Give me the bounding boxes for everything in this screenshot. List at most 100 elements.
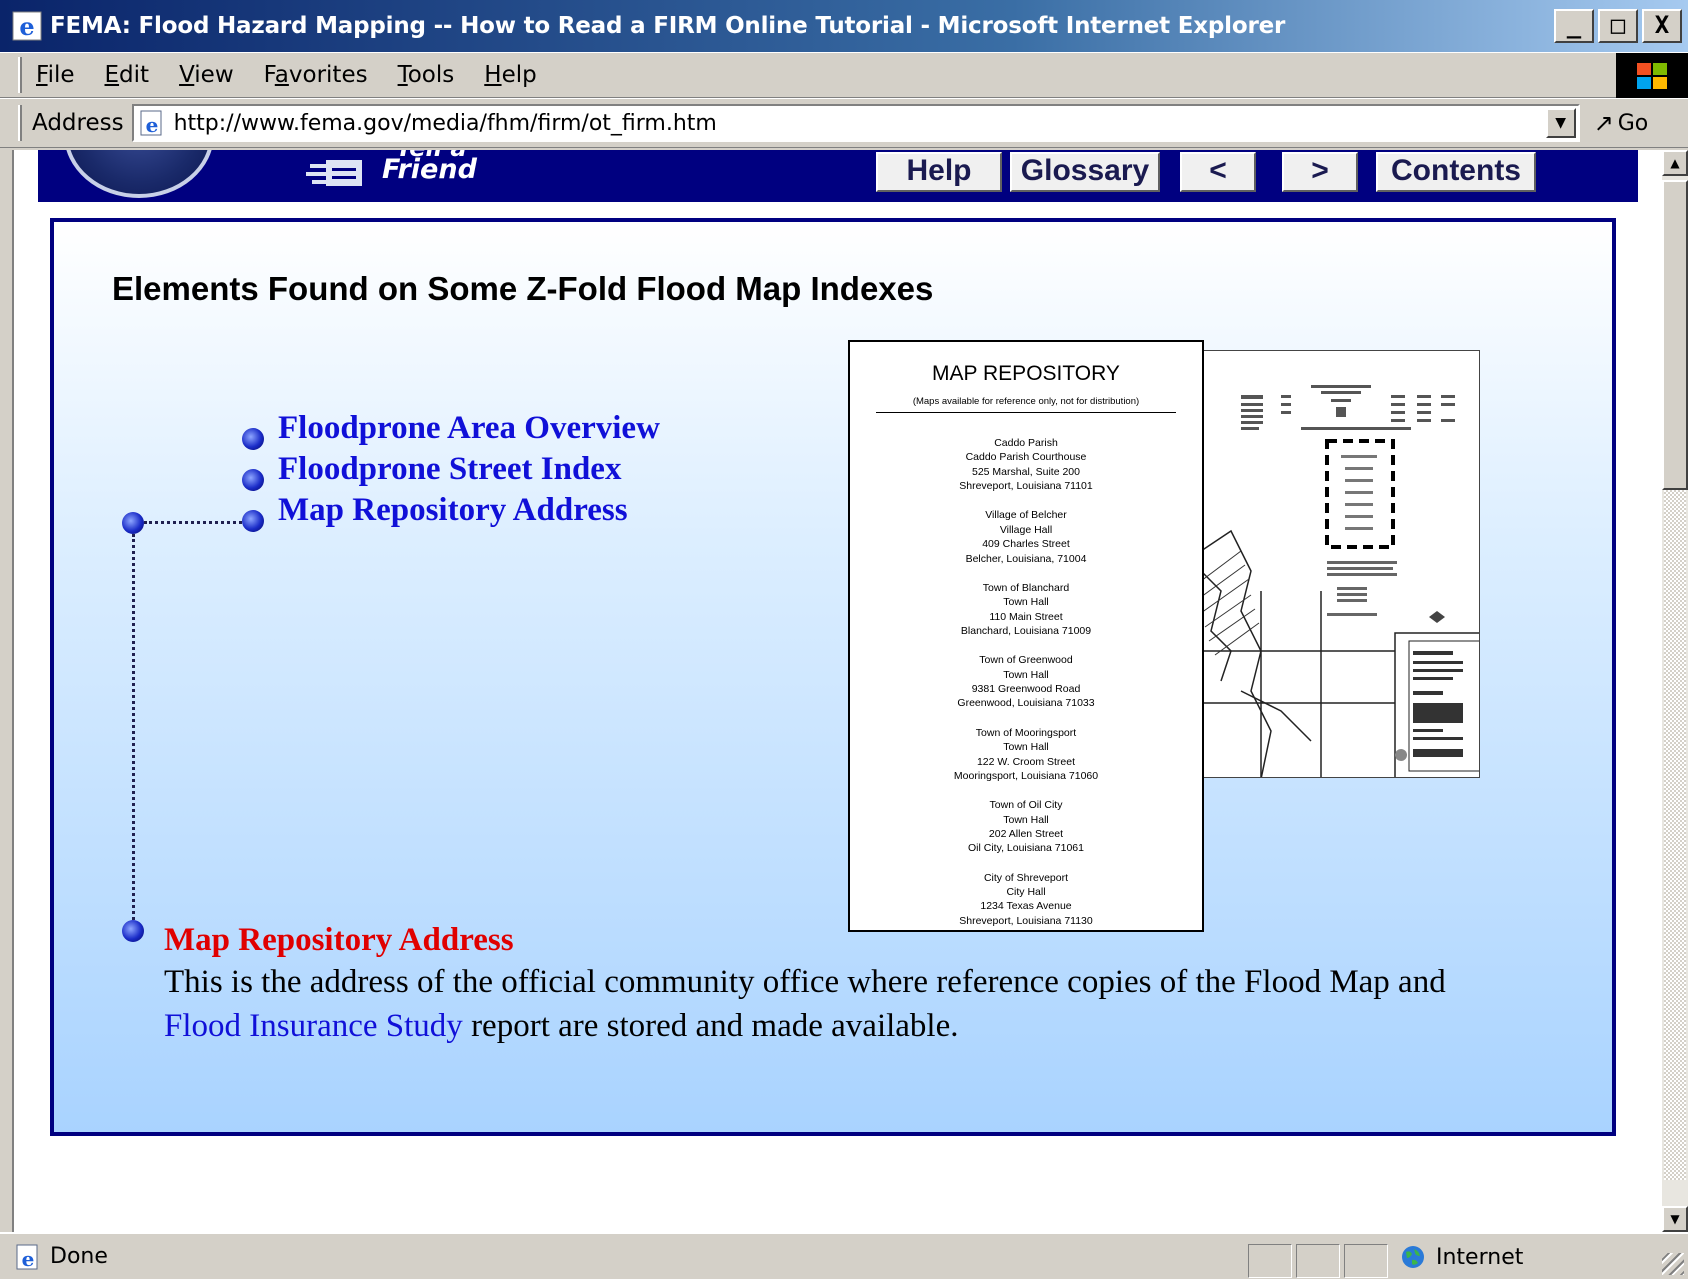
browser-window: e FEMA: Flood Hazard Mapping -- How to R… xyxy=(0,0,1688,1279)
repository-line: Belcher, Louisiana, 71004 xyxy=(965,552,1087,565)
link-map-repository-address[interactable]: Map Repository Address xyxy=(278,492,628,529)
menu-label: Edit xyxy=(104,62,150,88)
page-done-icon: e xyxy=(16,1244,38,1271)
description-title: Map Repository Address xyxy=(164,922,514,958)
address-bar: Address e http://www.fema.gov/media/fhm/… xyxy=(0,98,1688,148)
resize-grip[interactable] xyxy=(1662,1253,1684,1275)
svg-text:e: e xyxy=(22,1247,35,1271)
address-input[interactable]: e http://www.fema.gov/media/fhm/firm/ot_… xyxy=(131,104,1580,142)
repository-line: Greenwood, Louisiana 71033 xyxy=(957,697,1095,710)
description-text-part: This is the address of the official comm… xyxy=(164,964,1446,1000)
menu-help[interactable]: Help xyxy=(484,62,536,88)
repository-line: Village of Belcher xyxy=(985,509,1067,522)
bullet-icon xyxy=(242,428,264,450)
tell-a-friend-label: Friend xyxy=(382,154,477,185)
repository-line: Town of Greenwood xyxy=(979,654,1073,667)
window-title: FEMA: Flood Hazard Mapping -- How to Rea… xyxy=(50,13,1286,39)
maximize-button[interactable]: □ xyxy=(1598,9,1638,43)
menu-view[interactable]: View xyxy=(179,62,234,88)
repository-line: Town Hall xyxy=(1003,668,1049,681)
page-title: Elements Found on Some Z-Fold Flood Map … xyxy=(112,270,934,307)
address-dropdown-button[interactable]: ▼ xyxy=(1545,108,1576,138)
repository-line: Town of Oil City xyxy=(989,799,1063,812)
toolbar-grip[interactable] xyxy=(18,105,22,141)
scroll-up-button[interactable]: ▲ xyxy=(1662,150,1688,176)
minimize-button[interactable]: _ xyxy=(1554,9,1594,43)
repository-entry: Town of Greenwood Town Hall 9381 Greenwo… xyxy=(850,653,1202,711)
status-cell xyxy=(1344,1244,1388,1278)
link-floodprone-street-index[interactable]: Floodprone Street Index xyxy=(278,451,621,488)
previous-button[interactable]: < xyxy=(1180,152,1256,192)
scroll-thumb[interactable] xyxy=(1662,180,1688,490)
repository-line: 9381 Greenwood Road xyxy=(971,683,1081,696)
zone-label: Internet xyxy=(1436,1244,1524,1270)
repository-subtitle: (Maps available for reference only, not … xyxy=(912,396,1140,407)
address-label: Address xyxy=(32,110,124,136)
flood-insurance-study-link[interactable]: Flood Insurance Study xyxy=(164,1008,463,1044)
status-text: Done xyxy=(50,1244,108,1269)
menu-tools[interactable]: Tools xyxy=(398,62,455,88)
contents-button[interactable]: Contents xyxy=(1376,152,1536,192)
repository-line: Blanchard, Louisiana 71009 xyxy=(960,625,1092,638)
menu-label: Help xyxy=(484,62,537,88)
close-button[interactable]: X xyxy=(1642,9,1682,43)
next-button[interactable]: > xyxy=(1282,152,1358,192)
menu-bar: File Edit View Favorites Tools Help xyxy=(0,52,1688,99)
map-index-image xyxy=(1200,350,1480,778)
menu-label: View xyxy=(179,62,234,88)
go-button[interactable]: ↗ Go xyxy=(1594,109,1649,137)
site-header-banner: Tell a Friend Help Glossary < > Contents xyxy=(38,150,1638,202)
tell-a-friend-link[interactable]: Tell a Friend xyxy=(306,150,477,194)
help-button[interactable]: Help xyxy=(876,152,1002,192)
description-text: This is the address of the official comm… xyxy=(164,960,1464,1048)
go-arrow-icon: ↗ xyxy=(1593,109,1614,137)
menu-label: Tools xyxy=(397,62,455,88)
status-cell xyxy=(1296,1244,1340,1278)
repository-line: Village Hall xyxy=(999,523,1053,536)
connector-end-bullet-icon xyxy=(122,920,144,942)
svg-text:e: e xyxy=(19,12,34,41)
repository-line: 1234 Texas Avenue xyxy=(980,900,1072,913)
go-label: Go xyxy=(1617,110,1649,136)
page-viewport[interactable]: Tell a Friend Help Glossary < > Contents… xyxy=(12,150,1662,1232)
menu-favorites[interactable]: Favorites xyxy=(264,62,368,88)
link-floodprone-area-overview[interactable]: Floodprone Area Overview xyxy=(278,410,660,447)
repository-entry: Caddo Parish Caddo Parish Courthouse 525… xyxy=(850,436,1202,494)
menu-label: File xyxy=(36,62,75,88)
scroll-track[interactable] xyxy=(1664,490,1686,1180)
menu-file[interactable]: File xyxy=(36,62,75,88)
status-cell xyxy=(1248,1244,1292,1278)
map-repository-card: MAP REPOSITORY (Maps available for refer… xyxy=(848,340,1204,932)
repository-line: 122 W. Croom Street xyxy=(976,755,1076,768)
windows-flag-icon xyxy=(1637,63,1667,89)
envelope-lines-icon xyxy=(306,160,362,186)
connector-start-bullet-icon xyxy=(122,512,144,534)
glossary-button[interactable]: Glossary xyxy=(1010,152,1160,192)
page-icon: e xyxy=(140,110,162,137)
repository-entry: Town of Oil City Town Hall 202 Allen Str… xyxy=(850,798,1202,856)
content-panel: Elements Found on Some Z-Fold Flood Map … xyxy=(50,218,1616,1136)
repository-line: City Hall xyxy=(1006,885,1046,898)
repository-list: Caddo Parish Caddo Parish Courthouse 525… xyxy=(850,436,1202,943)
repository-line: Oil City, Louisiana 71061 xyxy=(968,842,1084,855)
repository-entry: Village of Belcher Village Hall 409 Char… xyxy=(850,508,1202,566)
repository-line: Shreveport, Louisiana 71101 xyxy=(959,480,1093,493)
repository-line: Town of Blanchard xyxy=(982,581,1070,594)
address-url[interactable]: http://www.fema.gov/media/fhm/firm/ot_fi… xyxy=(174,111,717,136)
svg-text:e: e xyxy=(145,113,158,137)
bullet-icon xyxy=(242,469,264,491)
status-bar: e Done Internet xyxy=(0,1232,1688,1279)
title-bar: e FEMA: Flood Hazard Mapping -- How to R… xyxy=(0,0,1688,52)
menu-edit[interactable]: Edit xyxy=(105,62,150,88)
scroll-down-button[interactable]: ▼ xyxy=(1662,1206,1688,1232)
divider xyxy=(876,412,1176,413)
security-zone[interactable]: Internet xyxy=(1400,1244,1523,1270)
ie-icon: e xyxy=(12,11,42,41)
vertical-scrollbar[interactable]: ▲ ▼ xyxy=(1662,150,1688,1232)
toolbar-grip[interactable] xyxy=(18,57,22,93)
repository-entry: Town of Mooringsport Town Hall 122 W. Cr… xyxy=(850,726,1202,784)
connector-line xyxy=(132,534,135,926)
repository-line: Town of Mooringsport xyxy=(975,726,1077,739)
repository-line: 110 Main Street xyxy=(989,610,1063,623)
repository-line: 409 Charles Street xyxy=(982,538,1070,551)
